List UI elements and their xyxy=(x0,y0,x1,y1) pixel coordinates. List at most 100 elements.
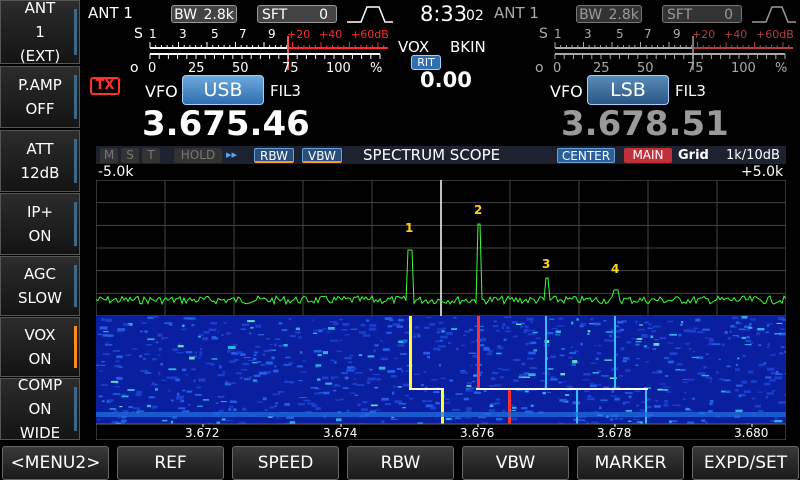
waterfall-speck xyxy=(296,365,303,368)
side-button-att-l2: 12dB xyxy=(20,164,60,182)
center-tag[interactable]: CENTER xyxy=(557,148,615,163)
main-frequency[interactable]: 3.675.46 xyxy=(142,104,310,144)
side-button-comp[interactable]: COMP ON WIDE xyxy=(0,376,80,442)
waterfall-speck xyxy=(465,389,474,392)
waterfall-speck xyxy=(684,391,687,394)
side-button-ant[interactable]: ANT 1 (EXT) xyxy=(0,0,80,65)
waterfall-speck xyxy=(210,321,217,325)
waterfall-speck xyxy=(422,399,427,403)
waterfall-speck xyxy=(697,372,706,375)
waterfall-speck xyxy=(648,323,652,326)
marker-4: 4 xyxy=(611,262,619,276)
left-span-label: -5.0k xyxy=(98,164,134,180)
bottom-button-speed[interactable]: SPEED xyxy=(232,446,339,480)
po-tick-label: 100 xyxy=(731,61,756,76)
waterfall-speck xyxy=(719,378,724,381)
waterfall-speck xyxy=(784,394,786,397)
waterfall-speck xyxy=(98,333,102,335)
waterfall-speck xyxy=(311,404,317,407)
waterfall-speck xyxy=(692,397,695,400)
side-button-comp-l3: WIDE xyxy=(19,424,61,442)
waterfall-speck xyxy=(421,383,424,387)
waterfall-speck xyxy=(628,395,632,399)
waterfall-speck xyxy=(452,408,460,411)
waterfall-speck xyxy=(763,382,771,386)
main-mode-button[interactable]: USB xyxy=(182,75,264,105)
waterfall-speck xyxy=(274,405,277,407)
waterfall-speck xyxy=(414,326,420,329)
bottom-button-marker[interactable]: MARKER xyxy=(577,446,684,480)
waterfall-speck xyxy=(248,376,252,379)
waterfall-speck xyxy=(152,316,159,318)
waterfall-speck xyxy=(318,329,323,333)
waterfall-speck xyxy=(330,359,335,362)
waterfall-speck xyxy=(284,403,290,406)
waterfall-speck xyxy=(730,325,735,328)
waterfall-speck xyxy=(412,335,417,339)
filter-shape-icon xyxy=(347,6,393,23)
waterfall-speck xyxy=(497,368,503,370)
waterfall-speck xyxy=(417,334,421,338)
waterfall-speck xyxy=(512,406,517,409)
side-button-agc[interactable]: AGC SLOW xyxy=(0,256,80,316)
waterfall-speck xyxy=(724,331,728,334)
waterfall-speck xyxy=(148,396,156,399)
waterfall-speck xyxy=(176,352,184,354)
waterfall-speck xyxy=(441,330,445,333)
side-button-att[interactable]: ATT 12dB xyxy=(0,130,80,192)
waterfall-speck xyxy=(769,354,776,356)
side-button-agc-l2: SLOW xyxy=(18,289,62,307)
waterfall-speck xyxy=(438,363,441,367)
s-tick-label-red: +20 xyxy=(692,28,715,41)
waterfall-speck xyxy=(431,379,438,381)
waterfall-speck xyxy=(596,352,602,355)
waterfall-speck xyxy=(600,399,608,402)
bottom-button-expd-set[interactable]: EXPD/SET xyxy=(692,446,799,480)
waterfall-speck xyxy=(221,418,226,421)
bottom-button-menu2[interactable]: <MENU2> xyxy=(2,446,109,480)
waterfall-speck xyxy=(376,378,381,381)
side-button-indicator xyxy=(74,202,77,246)
waterfall-speck xyxy=(381,397,389,401)
waterfall-speck xyxy=(396,367,402,370)
waterfall-speck xyxy=(493,320,497,322)
waterfall-speck xyxy=(298,336,302,339)
waterfall-speck xyxy=(387,370,395,373)
spectrum-scope[interactable]: 1 2 3 4 3.672 3.674 3.676 3.678 3.680 xyxy=(96,180,786,440)
waterfall-speck xyxy=(113,410,119,413)
main-meter: S1 3 5 7 9 +20 +40 +60dB Po 0 25 50 75 100% xyxy=(130,26,389,76)
waterfall-speck xyxy=(626,341,632,344)
sub-filter-shape-icon xyxy=(752,6,796,23)
bottom-button-rbw[interactable]: RBW xyxy=(347,446,454,480)
waterfall-speck xyxy=(243,357,251,359)
waterfall-speck xyxy=(736,384,743,387)
main-tag[interactable]: MAIN xyxy=(624,148,672,163)
waterfall-speck xyxy=(558,381,562,384)
waterfall-speck xyxy=(650,335,654,339)
waterfall-speck xyxy=(404,394,409,397)
sub-frequency[interactable]: 3.678.51 xyxy=(561,104,729,144)
waterfall-speck xyxy=(298,402,305,406)
side-button-ipplus[interactable]: IP+ ON xyxy=(0,193,80,255)
sub-mode-button[interactable]: LSB xyxy=(587,75,669,105)
waterfall-speck xyxy=(228,408,232,411)
waterfall-speck xyxy=(413,333,420,335)
waterfall-speck xyxy=(277,391,284,393)
bottom-button-vbw[interactable]: VBW xyxy=(462,446,569,480)
waterfall-speck xyxy=(397,344,405,347)
rbw-tag[interactable]: RBW xyxy=(254,148,294,163)
waterfall-speck xyxy=(614,397,620,401)
waterfall-speck xyxy=(354,372,363,374)
waterfall-speck xyxy=(241,368,248,371)
side-button-vox[interactable]: VOX ON xyxy=(0,317,80,377)
waterfall-speck xyxy=(386,331,392,334)
waterfall-speck xyxy=(116,330,124,333)
waterfall-speck xyxy=(128,406,133,408)
bottom-button-ref[interactable]: REF xyxy=(117,446,224,480)
sub-bw-value: 2.8k xyxy=(608,7,639,23)
side-button-pamp[interactable]: P.AMP OFF xyxy=(0,66,80,128)
waterfall-speck xyxy=(326,331,331,333)
vbw-tag[interactable]: VBW xyxy=(302,148,342,163)
waterfall-speck xyxy=(492,371,499,375)
waterfall-speck xyxy=(680,324,683,326)
